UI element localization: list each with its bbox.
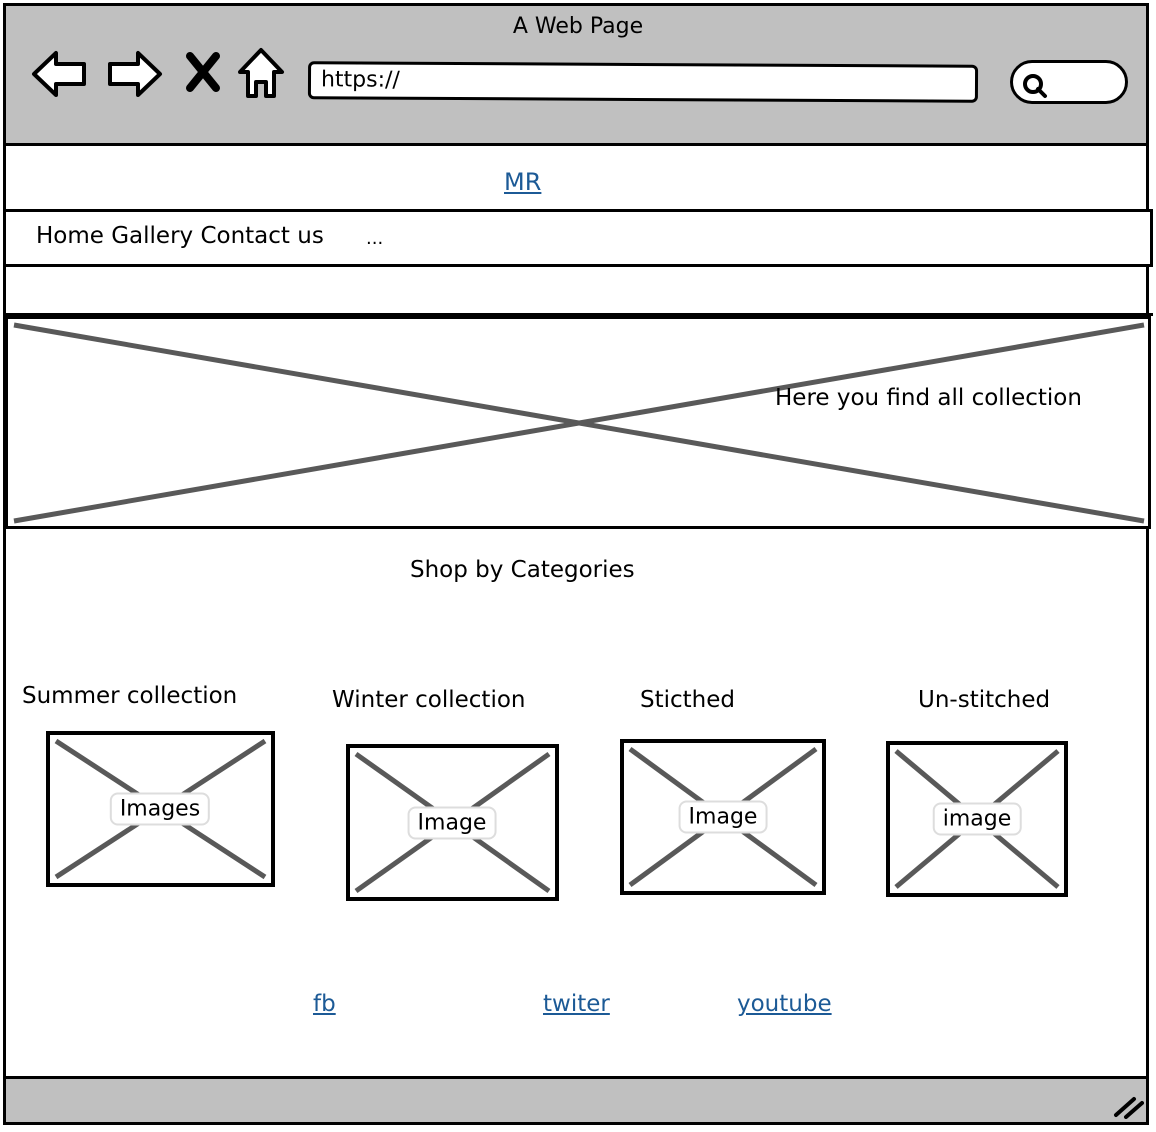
close-icon[interactable] bbox=[184, 52, 222, 92]
window-title: A Web Page bbox=[512, 14, 644, 39]
nav-items[interactable]: Home Gallery Contact us bbox=[36, 223, 324, 249]
nav-more[interactable]: ... bbox=[366, 228, 383, 249]
image-label: Images bbox=[109, 792, 211, 826]
category-title: Sticthed bbox=[640, 687, 735, 713]
image-label: Image bbox=[407, 806, 497, 840]
address-value: https:// bbox=[320, 67, 400, 93]
home-icon[interactable] bbox=[236, 46, 286, 100]
footer-link-fb[interactable]: fb bbox=[313, 991, 336, 1017]
category-image[interactable]: Images bbox=[46, 731, 275, 887]
site-logo-link[interactable]: MR bbox=[504, 168, 541, 196]
footer-link-youtube[interactable]: youtube bbox=[737, 991, 832, 1017]
hero-banner bbox=[5, 316, 1151, 529]
categories-heading: Shop by Categories bbox=[410, 557, 635, 583]
back-arrow-icon[interactable] bbox=[30, 48, 90, 100]
status-bar bbox=[3, 1076, 1149, 1125]
browser-search-box[interactable] bbox=[1010, 60, 1128, 104]
image-label: Image bbox=[678, 800, 768, 834]
category-title: Winter collection bbox=[332, 687, 526, 713]
forward-arrow-icon[interactable] bbox=[104, 48, 164, 100]
footer-link-twitter[interactable]: twiter bbox=[543, 991, 610, 1017]
category-image[interactable]: Image bbox=[346, 744, 559, 901]
category-image[interactable]: Image bbox=[620, 739, 826, 895]
search-icon bbox=[1023, 74, 1047, 98]
image-label: image bbox=[932, 802, 1022, 836]
hero-text: Here you find all collection bbox=[775, 385, 1082, 411]
category-image[interactable]: image bbox=[886, 741, 1068, 897]
category-title: Un-stitched bbox=[918, 687, 1051, 713]
image-placeholder-icon bbox=[13, 322, 1145, 524]
address-bar[interactable]: https:// bbox=[307, 61, 979, 103]
resize-grip-icon[interactable] bbox=[1112, 1093, 1144, 1119]
category-title: Summer collection bbox=[22, 683, 238, 709]
